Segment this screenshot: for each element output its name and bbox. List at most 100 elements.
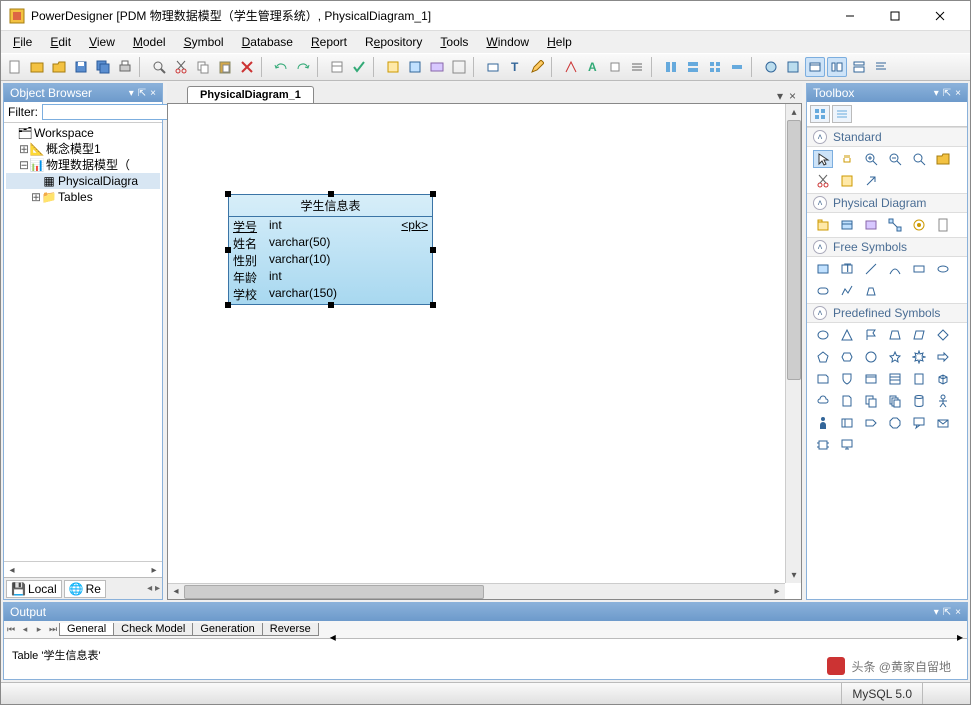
- zoom-in-tool[interactable]: [861, 150, 881, 168]
- shape-triangle[interactable]: [837, 326, 857, 344]
- shape-card[interactable]: [813, 370, 833, 388]
- canvas[interactable]: 学生信息表 学号int<pk> 姓名varchar(50) 性别varchar(…: [168, 104, 785, 583]
- shape-flag[interactable]: [861, 326, 881, 344]
- tab-nav-last[interactable]: ⏭: [46, 624, 60, 635]
- print-button[interactable]: [115, 57, 135, 77]
- tb-btn-7[interactable]: A: [583, 57, 603, 77]
- browser-tab-local[interactable]: 💾Local: [6, 580, 62, 598]
- tab-menu-icon[interactable]: ▾: [777, 89, 783, 103]
- scroll-thumb[interactable]: [787, 120, 801, 380]
- reference-tool[interactable]: [885, 216, 905, 234]
- open-diagram-tool[interactable]: [933, 150, 953, 168]
- tab-nav-prev[interactable]: ◂: [18, 624, 32, 635]
- output-tab-general[interactable]: General: [59, 623, 114, 636]
- shape-burst[interactable]: [909, 348, 929, 366]
- save-button[interactable]: [71, 57, 91, 77]
- resize-handle[interactable]: [430, 191, 436, 197]
- resize-handle[interactable]: [430, 302, 436, 308]
- shape-shield[interactable]: [837, 370, 857, 388]
- tree-item[interactable]: PhysicalDiagra: [58, 173, 138, 189]
- shape-envelope[interactable]: [933, 414, 953, 432]
- new-project-button[interactable]: [27, 57, 47, 77]
- shape-monitor[interactable]: [837, 436, 857, 454]
- pin-icon[interactable]: ▾: [934, 88, 939, 99]
- tree-root[interactable]: Workspace: [34, 125, 94, 141]
- polygon-tool[interactable]: [861, 282, 881, 300]
- menu-database[interactable]: Database: [234, 33, 301, 51]
- note-tool[interactable]: [813, 260, 833, 278]
- menu-help[interactable]: Help: [539, 33, 580, 51]
- browser-tab-repo[interactable]: 🌐Re: [64, 580, 106, 598]
- shape-docs[interactable]: [861, 392, 881, 410]
- tb-btn-a[interactable]: [661, 57, 681, 77]
- section-predefined[interactable]: ˄Predefined Symbols: [807, 303, 967, 323]
- shape-cube[interactable]: [933, 370, 953, 388]
- resize-handle[interactable]: [225, 191, 231, 197]
- tb-btn-c[interactable]: [705, 57, 725, 77]
- undo-button[interactable]: [271, 57, 291, 77]
- tb-btn-d[interactable]: [727, 57, 747, 77]
- redo-button[interactable]: [293, 57, 313, 77]
- menu-tools[interactable]: Tools: [432, 33, 476, 51]
- tb-btn-4[interactable]: [449, 57, 469, 77]
- tb-btn-g[interactable]: [805, 57, 825, 77]
- resize-handle[interactable]: [225, 302, 231, 308]
- check-button[interactable]: [349, 57, 369, 77]
- section-physical[interactable]: ˄Physical Diagram: [807, 193, 967, 213]
- menu-window[interactable]: Window: [478, 33, 537, 51]
- shape-circle[interactable]: [861, 348, 881, 366]
- save-all-button[interactable]: [93, 57, 113, 77]
- pin-icon[interactable]: ▾: [934, 607, 939, 618]
- new-button[interactable]: [5, 57, 25, 77]
- horizontal-scrollbar[interactable]: ◂▸: [168, 583, 785, 599]
- tb-btn-b[interactable]: [683, 57, 703, 77]
- expand-icon[interactable]: ⊞: [30, 189, 42, 205]
- tab-scroll-icon[interactable]: ◂ ▸: [147, 583, 160, 594]
- shape-actor2[interactable]: [813, 414, 833, 432]
- shape-doc[interactable]: [837, 392, 857, 410]
- maximize-button[interactable]: [872, 2, 917, 30]
- minimize-button[interactable]: [827, 2, 872, 30]
- copy-button[interactable]: [193, 57, 213, 77]
- procedure-tool[interactable]: [909, 216, 929, 234]
- section-standard[interactable]: ˄Standard: [807, 127, 967, 147]
- tb-btn-j[interactable]: [871, 57, 891, 77]
- menu-symbol[interactable]: Symbol: [176, 33, 232, 51]
- round-rect-tool[interactable]: [813, 282, 833, 300]
- shape-parallelogram[interactable]: [909, 326, 929, 344]
- tb-btn-3[interactable]: [427, 57, 447, 77]
- close-button[interactable]: [917, 2, 962, 30]
- menu-repository[interactable]: Repository: [357, 33, 430, 51]
- resize-handle[interactable]: [328, 191, 334, 197]
- menu-file[interactable]: File: [5, 33, 40, 51]
- polyline-tool[interactable]: [837, 282, 857, 300]
- table-tool[interactable]: [837, 216, 857, 234]
- shape-database[interactable]: [909, 392, 929, 410]
- scroll-thumb[interactable]: [184, 585, 484, 599]
- tree-item[interactable]: 物理数据模型（: [46, 157, 130, 173]
- shape-star[interactable]: [885, 348, 905, 366]
- scroll-right-icon[interactable]: ▸: [146, 562, 162, 578]
- cut-button[interactable]: [171, 57, 191, 77]
- tb-btn-2[interactable]: [405, 57, 425, 77]
- tb-btn-8[interactable]: [605, 57, 625, 77]
- list-view-button[interactable]: [832, 105, 852, 123]
- package-tool[interactable]: [813, 216, 833, 234]
- view-tool[interactable]: [861, 216, 881, 234]
- shape-hexagon[interactable]: [837, 348, 857, 366]
- shape-cloud[interactable]: [813, 392, 833, 410]
- shape-multidoc[interactable]: [885, 392, 905, 410]
- shape-page[interactable]: [909, 370, 929, 388]
- grid-view-button[interactable]: [810, 105, 830, 123]
- shape-arrow-r[interactable]: [933, 348, 953, 366]
- shape-diamond[interactable]: [933, 326, 953, 344]
- tb-btn-5[interactable]: [483, 57, 503, 77]
- tree-item[interactable]: Tables: [58, 189, 93, 205]
- ellipse-tool[interactable]: [933, 260, 953, 278]
- shape-chip[interactable]: [813, 436, 833, 454]
- output-tab-generation[interactable]: Generation: [192, 623, 262, 636]
- panel-close-icon[interactable]: ×: [955, 607, 961, 618]
- shape-window[interactable]: [861, 370, 881, 388]
- shape-terminal[interactable]: [837, 414, 857, 432]
- tab-close-icon[interactable]: ×: [789, 89, 796, 103]
